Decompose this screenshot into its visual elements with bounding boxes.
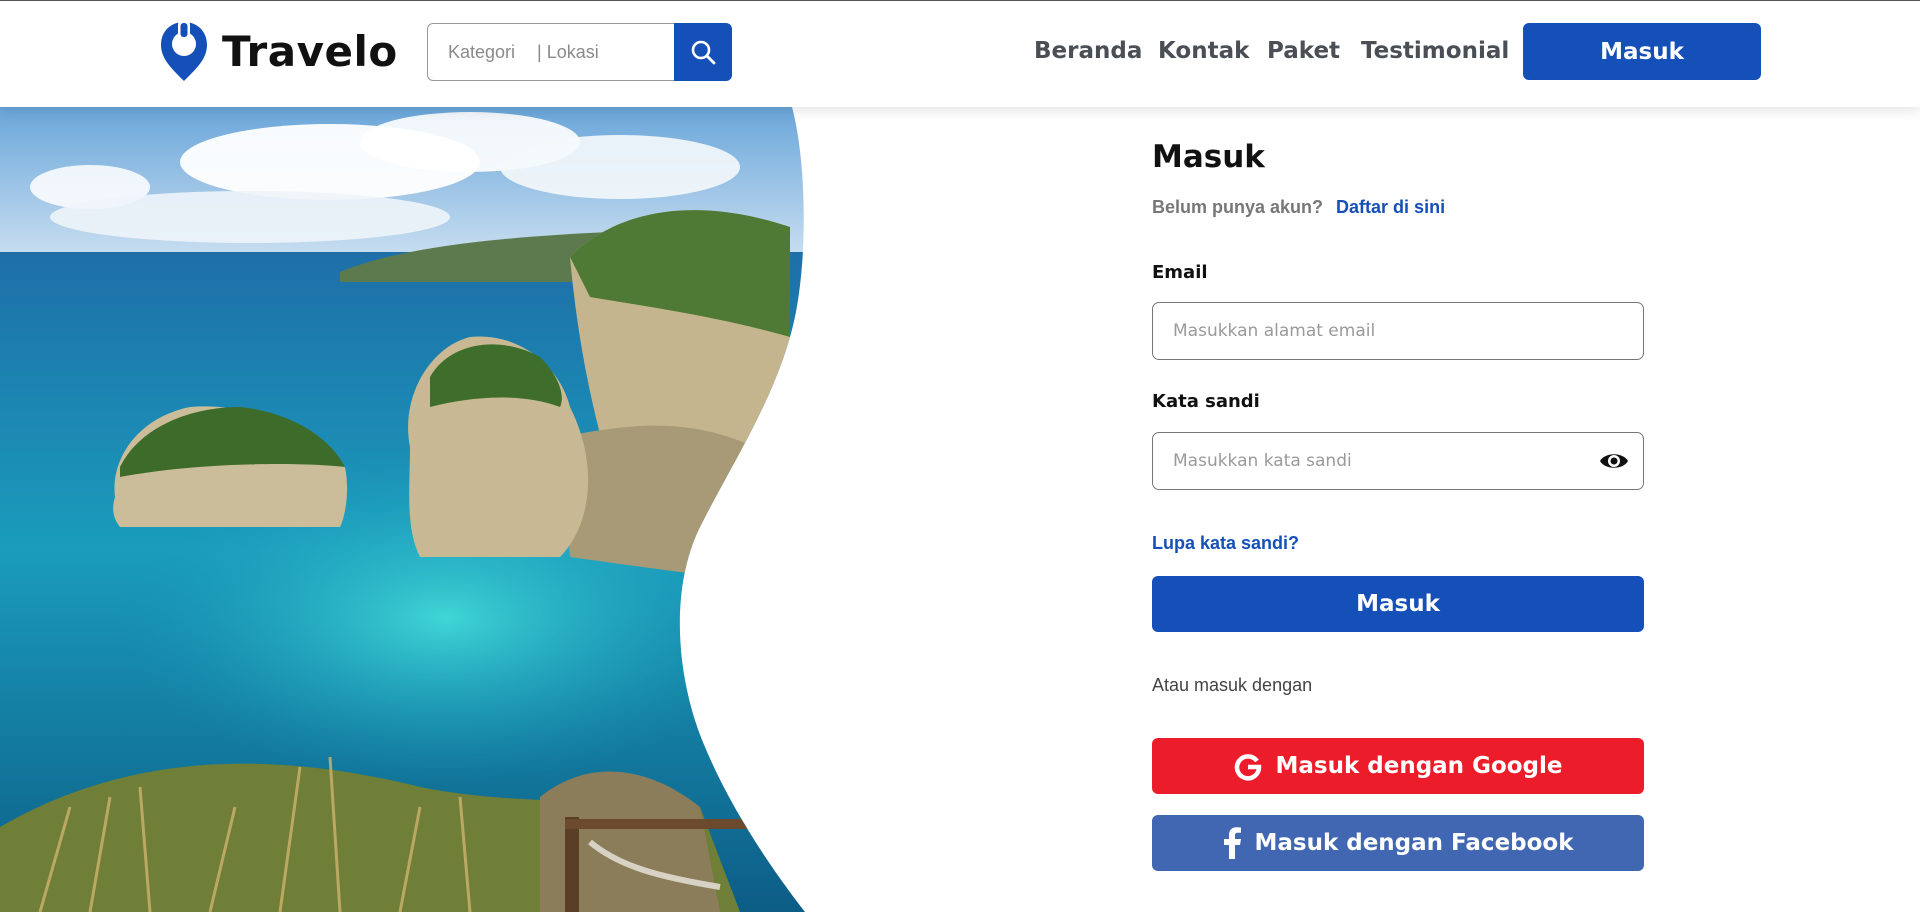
- alternative-login-label: Atau masuk dengan: [1152, 675, 1313, 695]
- page-title: Masuk: [1152, 139, 1265, 175]
- eye-icon[interactable]: [1599, 449, 1629, 473]
- site-header: Travelo Kategori | Lokasi Beranda Kontak…: [0, 1, 1920, 107]
- email-label: Email: [1152, 262, 1208, 283]
- nav-testimonial[interactable]: Testimonial: [1361, 38, 1509, 64]
- password-field[interactable]: [1173, 451, 1573, 471]
- facebook-login-label: Masuk dengan Facebook: [1254, 830, 1574, 856]
- header-login-button[interactable]: Masuk: [1523, 23, 1761, 80]
- login-submit-button[interactable]: Masuk: [1152, 576, 1644, 632]
- google-g-icon: [1233, 751, 1263, 781]
- nav-paket[interactable]: Paket: [1267, 38, 1340, 64]
- facebook-f-icon: [1222, 827, 1242, 859]
- google-login-label: Masuk dengan Google: [1275, 753, 1563, 779]
- password-field-container: [1152, 432, 1644, 490]
- nav-kontak[interactable]: Kontak: [1158, 38, 1249, 64]
- register-link[interactable]: Daftar di sini: [1336, 197, 1445, 217]
- hero-image: [0, 107, 805, 912]
- email-field-container: [1152, 302, 1644, 360]
- google-login-button[interactable]: Masuk dengan Google: [1152, 738, 1644, 794]
- facebook-login-button[interactable]: Masuk dengan Facebook: [1152, 815, 1644, 871]
- password-label: Kata sandi: [1152, 391, 1260, 412]
- register-question: Belum punya akun?: [1152, 197, 1324, 217]
- nav-beranda[interactable]: Beranda: [1034, 38, 1142, 64]
- register-prompt: Belum punya akun? Daftar di sini: [1152, 197, 1445, 218]
- email-field[interactable]: [1173, 321, 1573, 341]
- forgot-password-link[interactable]: Lupa kata sandi?: [1152, 533, 1299, 554]
